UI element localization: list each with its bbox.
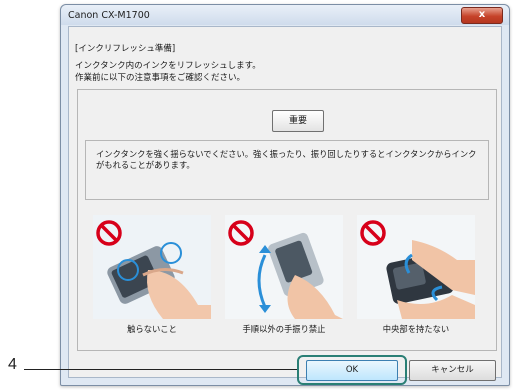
callout-number: 4 [8,356,17,373]
caption-no-shaking: 手順以外の手振り禁止 [242,324,326,334]
callout-line [24,369,297,370]
caption-do-not-hold-center: 中央部を持たない [382,324,450,334]
photo-no-shaking [225,215,343,319]
description-line-1: インクタンク内のインクをリフレッシュします。 [75,61,261,71]
description-line-2: 作業前に以下の注意事項をご確認ください。 [75,73,246,83]
hand-shake-illustration [225,215,343,319]
close-button[interactable]: x [461,7,503,24]
hold-center-illustration [357,215,475,319]
warning-box: インクタンクを強く揺らないでください。強く振ったり、振り回したりするとインクタン… [85,140,489,200]
cancel-button[interactable]: キャンセル [409,360,496,381]
ok-button[interactable]: OK [306,360,398,381]
caption-do-not-touch: 触らないこと [127,324,177,334]
title-bar: Canon CX-M1700 x [61,5,509,25]
camera-touch-illustration [93,215,211,319]
warning-text: インクタンクを強く揺らないでください。強く振ったり、振り回したりするとインクタン… [96,149,477,170]
window-title: Canon CX-M1700 [68,10,150,21]
important-button[interactable]: 重要 [272,110,324,132]
photo-do-not-hold-center [357,215,475,319]
close-icon: x [478,9,486,20]
section-heading: [インクリフレッシュ準備] [75,44,176,54]
photo-do-not-touch [93,215,211,319]
